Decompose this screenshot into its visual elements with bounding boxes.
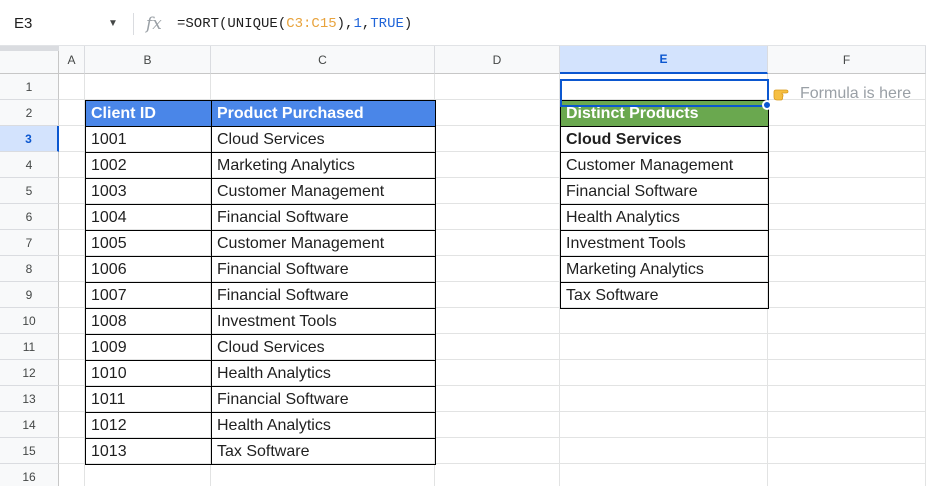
product-cell[interactable]: Financial Software	[211, 256, 436, 282]
caret-down-icon[interactable]: ▼	[104, 6, 122, 40]
client-id-cell[interactable]: 1003	[85, 178, 211, 204]
product-cell[interactable]: Financial Software	[211, 204, 436, 230]
formula-range-ref: C3:C15	[286, 16, 337, 32]
client-id-cell[interactable]: 1009	[85, 334, 211, 360]
distinct-product-cell[interactable]: Tax Software	[560, 282, 769, 309]
row-header-13[interactable]: 13	[0, 386, 59, 412]
product-cell[interactable]: Financial Software	[211, 386, 436, 412]
product-cell[interactable]: Health Analytics	[211, 360, 436, 386]
client-id-cell[interactable]: 1008	[85, 308, 211, 334]
client-id-cell[interactable]: 1011	[85, 386, 211, 412]
distinct-product-cell[interactable]: Investment Tools	[560, 230, 769, 256]
product-cell[interactable]: Health Analytics	[211, 412, 436, 438]
column-header-c[interactable]: C	[211, 46, 435, 74]
corner-mark	[0, 46, 59, 51]
formula-part: ,	[361, 16, 371, 32]
formula-number: 1	[353, 16, 362, 32]
row-header-12[interactable]: 12	[0, 360, 59, 386]
client-id-cell[interactable]: 1005	[85, 230, 211, 256]
product-cell[interactable]: Customer Management	[211, 230, 436, 256]
client-id-cell[interactable]: 1004	[85, 204, 211, 230]
formula-part: ),	[336, 16, 354, 32]
product-cell[interactable]: Financial Software	[211, 282, 436, 308]
active-cell[interactable]: Cloud Services	[560, 126, 769, 152]
row-header-14[interactable]: 14	[0, 412, 59, 438]
column-header-b[interactable]: B	[85, 46, 211, 74]
product-cell[interactable]: Investment Tools	[211, 308, 436, 334]
row-header-2[interactable]: 2	[0, 100, 59, 126]
row-header-1[interactable]: 1	[0, 74, 59, 100]
formula-bar-divider	[133, 13, 134, 35]
column-header-f[interactable]: F	[768, 46, 926, 74]
distinct-product-cell[interactable]: Health Analytics	[560, 204, 769, 230]
client-id-cell[interactable]: 1006	[85, 256, 211, 282]
client-id-cell[interactable]: 1013	[85, 438, 211, 465]
formula-note-text: Formula is here	[800, 85, 912, 102]
row-header-5[interactable]: 5	[0, 178, 59, 204]
formula-input[interactable]: =SORT(UNIQUE(C3:C15), 1, TRUE)	[177, 10, 412, 38]
fill-handle[interactable]	[762, 100, 772, 110]
client-id-cell[interactable]: 1001	[85, 126, 211, 152]
distinct-product-cell[interactable]: Financial Software	[560, 178, 769, 204]
row-header-10[interactable]: 10	[0, 308, 59, 334]
fx-icon: fx	[146, 14, 162, 34]
name-box-value: E3	[14, 14, 33, 32]
formula-bar: E3 ▼ fx =SORT(UNIQUE(C3:C15), 1, TRUE)	[0, 0, 926, 46]
pointing-hand-icon	[773, 86, 793, 102]
row-header-9[interactable]: 9	[0, 282, 59, 308]
product-cell[interactable]: Customer Management	[211, 178, 436, 204]
row-header-8[interactable]: 8	[0, 256, 59, 282]
column-header-d[interactable]: D	[435, 46, 560, 74]
client-id-cell[interactable]: 1012	[85, 412, 211, 438]
row-header-16[interactable]: 16	[0, 464, 59, 486]
column-header-e[interactable]: E	[560, 46, 768, 74]
product-cell[interactable]: Cloud Services	[211, 334, 436, 360]
client-id-cell[interactable]: 1007	[85, 282, 211, 308]
client-id-cell[interactable]: 1002	[85, 152, 211, 178]
product-cell[interactable]: Cloud Services	[211, 126, 436, 152]
spreadsheet-grid[interactable]: A B C D E F 1 2 3 4 5 6 7 8 9 10 11 12 13 14 15 16 Client ID Pr…	[0, 46, 926, 486]
row-header-4[interactable]: 4	[0, 152, 59, 178]
column-header-a[interactable]: A	[59, 46, 85, 74]
row-header-11[interactable]: 11	[0, 334, 59, 360]
product-cell[interactable]: Tax Software	[211, 438, 436, 465]
header-cell-distinct-products[interactable]: Distinct Products	[560, 100, 769, 126]
header-cell-product-purchased[interactable]: Product Purchased	[211, 100, 436, 126]
header-cell-client-id[interactable]: Client ID	[85, 100, 211, 126]
distinct-product-cell[interactable]: Marketing Analytics	[560, 256, 769, 282]
row-header-7[interactable]: 7	[0, 230, 59, 256]
formula-note: Formula is here	[773, 81, 911, 107]
row-header-6[interactable]: 6	[0, 204, 59, 230]
formula-part: )	[403, 16, 413, 32]
client-id-cell[interactable]: 1010	[85, 360, 211, 386]
row-header-3[interactable]: 3	[0, 126, 59, 152]
row-header-15[interactable]: 15	[0, 438, 59, 464]
distinct-product-cell[interactable]: Customer Management	[560, 152, 769, 178]
formula-boolean: TRUE	[370, 16, 404, 32]
select-all-corner[interactable]	[0, 46, 59, 74]
product-cell[interactable]: Marketing Analytics	[211, 152, 436, 178]
formula-part: =SORT(UNIQUE(	[177, 16, 287, 32]
